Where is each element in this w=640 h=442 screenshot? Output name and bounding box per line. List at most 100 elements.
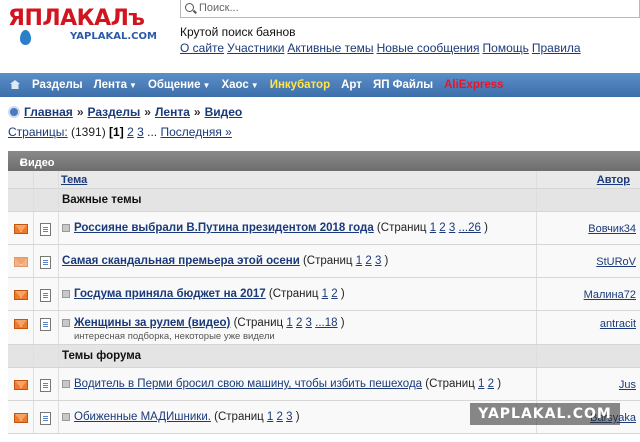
table-cell xyxy=(8,189,34,211)
topic-marker-icon xyxy=(62,290,70,298)
topic-pages: (Страниц 1 2 ) xyxy=(422,378,502,390)
nav-item-label: ЯП Файлы xyxy=(372,79,434,91)
nav-item[interactable]: Арт xyxy=(341,79,362,91)
home-icon[interactable] xyxy=(10,80,20,89)
nav-item-label: Инкубатор xyxy=(269,79,331,91)
topic-page-link[interactable]: ...26 xyxy=(459,222,481,234)
column-author[interactable]: Автор xyxy=(597,174,630,186)
document-icon[interactable] xyxy=(40,379,51,392)
top-links: О сайте Участники Активные темы Новые сообщ… xyxy=(180,41,584,55)
table-cell xyxy=(34,345,59,367)
search-icon[interactable] xyxy=(185,3,194,12)
topic-pages: (Страниц 1 2 ) xyxy=(265,288,345,300)
topic-page-link[interactable]: 2 xyxy=(488,378,494,390)
topic-author[interactable]: StURoV xyxy=(596,256,636,268)
topic-author[interactable]: antracit xyxy=(600,318,636,330)
top-link[interactable]: Новые сообщения xyxy=(377,41,480,55)
document-icon[interactable] xyxy=(40,412,51,425)
top-link[interactable]: Активные темы xyxy=(287,41,373,55)
site-logo[interactable]: ЯПЛАКАЛъ YAPLAKAL.COM xyxy=(8,6,178,48)
top-link[interactable]: Правила xyxy=(532,41,581,55)
envelope-icon[interactable] xyxy=(14,290,28,300)
page-link[interactable]: 2 xyxy=(127,125,134,139)
table-row: Госдума приняла бюджет на 2017 (Страниц … xyxy=(8,278,640,311)
section-title: Видео xyxy=(20,157,55,169)
topic-author[interactable]: Вовчик34 xyxy=(588,223,636,235)
nav-item[interactable]: Общение ▼ xyxy=(148,79,210,91)
topic-link[interactable]: Обиженные МАДИшники. xyxy=(74,411,211,423)
topic-link[interactable]: Водитель в Перми бросил свою машину, что… xyxy=(74,378,422,390)
nav-item-label: Хаос xyxy=(221,79,249,91)
topic-link[interactable]: Госдума приняла бюджет на 2017 xyxy=(74,288,266,300)
nav-item[interactable]: Лента ▼ xyxy=(94,79,137,91)
topic-page-link[interactable]: 3 xyxy=(375,255,381,267)
topic-marker-icon xyxy=(62,413,70,421)
nav-item[interactable]: Разделы xyxy=(32,79,83,91)
nav-item-label: Арт xyxy=(341,79,362,91)
topic-page-link[interactable]: 2 xyxy=(439,222,445,234)
group-header: Важные темы xyxy=(8,189,640,212)
column-topic[interactable]: Тема xyxy=(61,174,87,186)
topic-page-link[interactable]: 3 xyxy=(449,222,455,234)
topic-link[interactable]: Самая скандальная премьера этой осени xyxy=(62,255,300,267)
topic-page-link[interactable]: 1 xyxy=(286,317,292,329)
breadcrumb-separator: » xyxy=(144,105,151,119)
topic-page-link[interactable]: 1 xyxy=(356,255,362,267)
last-page-link[interactable]: Последняя » xyxy=(160,125,231,139)
table-cell xyxy=(537,189,640,211)
teardrop-icon xyxy=(20,30,31,45)
topic-author[interactable]: Малина72 xyxy=(584,289,636,301)
top-link[interactable]: Участники xyxy=(227,41,284,55)
topic-page-link[interactable]: 1 xyxy=(322,288,328,300)
topic-page-link[interactable]: ...18 xyxy=(315,317,337,329)
topic-page-link[interactable]: 3 xyxy=(286,411,292,423)
topic-page-link[interactable]: 2 xyxy=(277,411,283,423)
document-icon[interactable] xyxy=(40,318,51,331)
topic-page-link[interactable]: 2 xyxy=(331,288,337,300)
pages-label[interactable]: Страницы: xyxy=(8,125,68,139)
group-label: Важные темы xyxy=(62,194,142,206)
topic-page-link[interactable]: 1 xyxy=(478,378,484,390)
nav-item-label: AliExpress xyxy=(444,79,504,91)
breadcrumb-link[interactable]: Разделы xyxy=(88,105,141,119)
site-header: ЯПЛАКАЛъ YAPLAKAL.COM Крутой поиск баяно… xyxy=(0,0,640,73)
topic-page-link[interactable]: 3 xyxy=(306,317,312,329)
breadcrumb-link[interactable]: Видео xyxy=(205,105,243,119)
nav-item[interactable]: Инкубатор xyxy=(270,79,330,91)
nav-item[interactable]: AliExpress xyxy=(444,79,503,91)
caret-down-icon: ▼ xyxy=(250,81,259,90)
document-icon[interactable] xyxy=(40,256,51,269)
nav-item[interactable]: ЯП Файлы xyxy=(373,79,433,91)
document-icon[interactable] xyxy=(40,289,51,302)
breadcrumb: Главная» Разделы» Лента» Видео xyxy=(8,105,242,119)
topic-title: Водитель в Перми бросил свою машину, что… xyxy=(62,378,501,390)
group-header: Темы форума xyxy=(8,345,640,368)
breadcrumb-link[interactable]: Лента xyxy=(155,105,190,119)
search-input[interactable] xyxy=(199,1,629,15)
envelope-icon[interactable] xyxy=(14,413,28,423)
nav-item[interactable]: Хаос ▼ xyxy=(221,79,258,91)
table-row: Россияне выбрали В.Путина президентом 20… xyxy=(8,212,640,245)
top-link[interactable]: О сайте xyxy=(180,41,224,55)
breadcrumb-link[interactable]: Главная xyxy=(24,105,73,119)
table-row: Самая скандальная премьера этой осени (С… xyxy=(8,245,640,278)
document-icon[interactable] xyxy=(40,223,51,236)
envelope-icon[interactable] xyxy=(14,224,28,234)
topic-link[interactable]: Россияне выбрали В.Путина президентом 20… xyxy=(74,222,374,234)
envelope-icon[interactable] xyxy=(14,257,28,267)
topic-author[interactable]: Jus xyxy=(619,379,636,391)
envelope-icon[interactable] xyxy=(14,319,28,329)
breadcrumb-icon xyxy=(8,106,20,118)
topic-pages: (Страниц 1 2 3 ...18 ) xyxy=(230,317,345,329)
topic-marker-icon xyxy=(62,319,70,327)
topic-link[interactable]: Женщины за рулем (видео) xyxy=(74,317,230,329)
envelope-icon[interactable] xyxy=(14,380,28,390)
topic-page-link[interactable]: 1 xyxy=(430,222,436,234)
page-link[interactable]: 3 xyxy=(137,125,144,139)
table-cell xyxy=(34,189,59,211)
topic-page-link[interactable]: 2 xyxy=(296,317,302,329)
topic-page-link[interactable]: 1 xyxy=(267,411,273,423)
logo-domain: YAPLAKAL.COM xyxy=(70,31,157,42)
top-link[interactable]: Помощь xyxy=(483,41,529,55)
topic-page-link[interactable]: 2 xyxy=(365,255,371,267)
